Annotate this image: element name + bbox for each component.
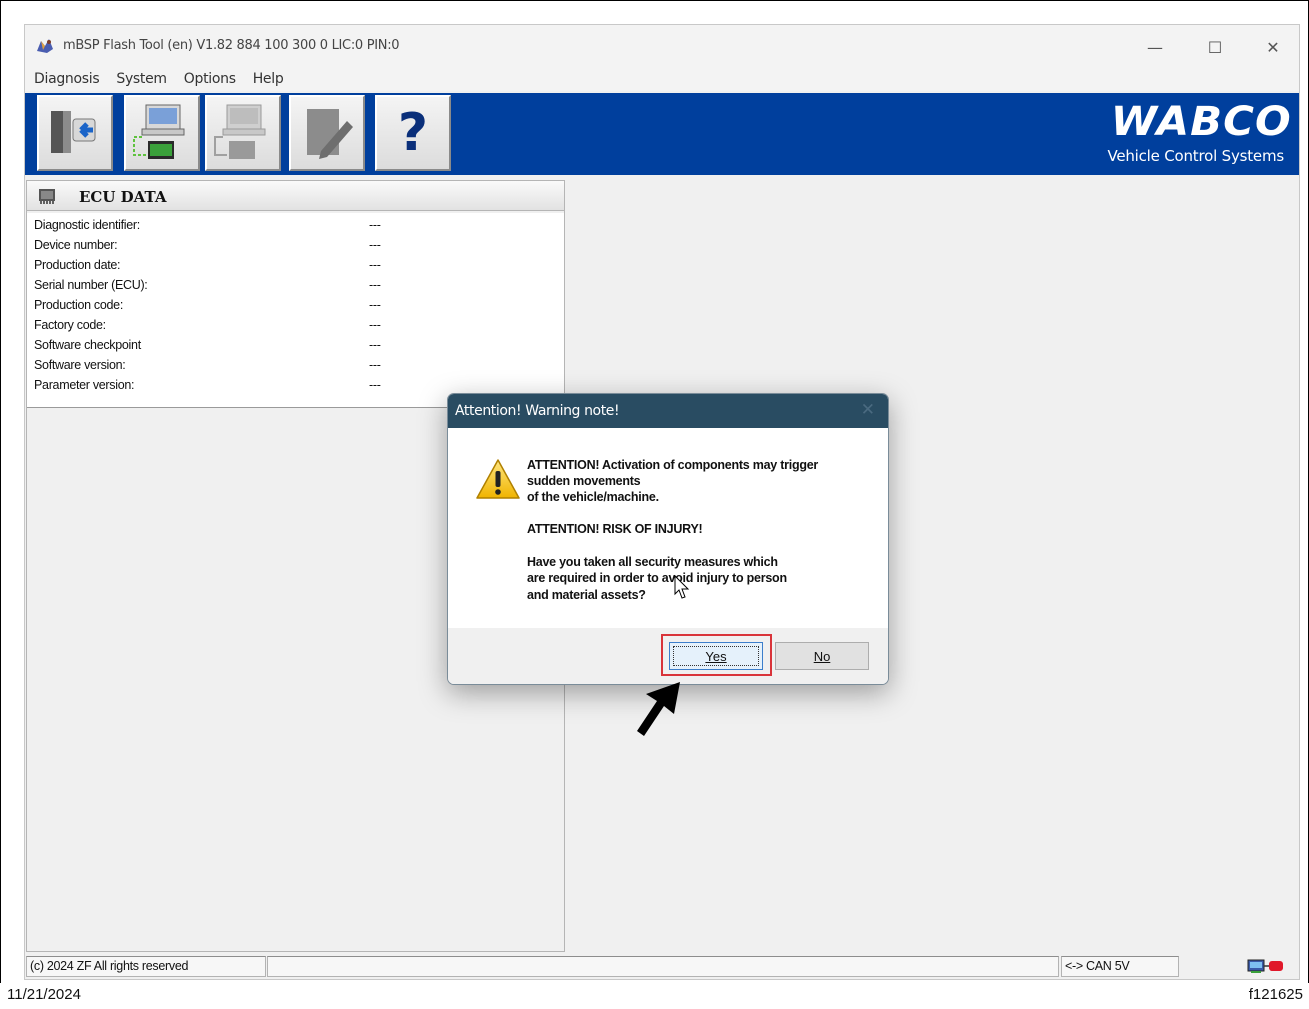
warning-icon <box>476 459 520 499</box>
exit-door-icon <box>51 111 96 153</box>
exit-button[interactable] <box>37 95 113 171</box>
ecu-value: --- <box>369 218 381 232</box>
menu-options[interactable]: Options <box>184 71 236 87</box>
connection-status-icon <box>1247 959 1283 973</box>
ecu-value: --- <box>369 258 381 272</box>
edit-icon <box>307 109 353 159</box>
no-button[interactable]: No <box>775 642 869 670</box>
ecu-value: --- <box>369 378 381 392</box>
dialog-message-line: are required in order to avoid injury to… <box>527 571 787 585</box>
dialog-message-line: and material assets? <box>527 588 646 602</box>
ecu-value: --- <box>369 318 381 332</box>
ecu-label: Software version: <box>34 358 126 372</box>
help-icon: ? <box>397 103 429 163</box>
dialog-message-line: Have you taken all security measures whi… <box>527 555 778 569</box>
title-bar: mBSP Flash Tool (en) V1.82 884 100 300 0… <box>25 25 1299 67</box>
status-message <box>267 956 1059 977</box>
dialog-message-line: of the vehicle/machine. <box>527 490 659 504</box>
menu-diagnosis[interactable]: Diagnosis <box>34 71 100 87</box>
dialog-message-line: ATTENTION! RISK OF INJURY! <box>527 522 703 536</box>
ecu-label: Factory code: <box>34 318 106 332</box>
toolbar: ? WABCO Vehicle Control Systems <box>25 93 1299 175</box>
edit-button[interactable] <box>289 95 365 171</box>
ecu-row: Diagnostic identifier: --- <box>34 218 554 238</box>
minimize-button[interactable]: — <box>1135 33 1175 61</box>
ecu-row: Production date: --- <box>34 258 554 278</box>
maximize-icon: ☐ <box>1207 37 1223 57</box>
ecu-label: Serial number (ECU): <box>34 278 148 292</box>
ecu-label: Production code: <box>34 298 124 312</box>
menu-help[interactable]: Help <box>253 71 284 87</box>
ecu-data-table: Diagnostic identifier: --- Device number… <box>27 213 564 408</box>
mouse-cursor-icon <box>674 574 690 599</box>
minimize-icon: — <box>1147 37 1163 57</box>
dialog-message-line: ATTENTION! Activation of components may … <box>527 458 819 472</box>
close-button[interactable]: ✕ <box>1253 33 1293 61</box>
ecu-label: Production date: <box>34 258 121 272</box>
dialog-message-line: sudden movements <box>527 474 641 488</box>
close-icon: ✕ <box>1266 37 1280 57</box>
ecu-label: Device number: <box>34 238 118 252</box>
menu-bar: Diagnosis System Options Help <box>25 67 1299 91</box>
brand-subtitle: Vehicle Control Systems <box>1107 147 1284 165</box>
figure-reference: f121625 <box>1248 986 1303 1003</box>
ecu-value: --- <box>369 298 381 312</box>
ecu-label: Diagnostic identifier: <box>34 218 140 232</box>
status-connection: <-> CAN 5V <box>1061 956 1179 977</box>
dialog-title: Attention! Warning note! <box>455 403 620 419</box>
app-icon <box>37 39 53 53</box>
ecu-row: Software version: --- <box>34 358 554 378</box>
brand-logo: WABCO <box>1110 99 1292 145</box>
status-bar: (c) 2024 ZF All rights reserved <-> CAN … <box>25 955 1299 979</box>
ecu-label: Parameter version: <box>34 378 135 392</box>
ecu-value: --- <box>369 278 381 292</box>
ecu-connect-button[interactable] <box>124 95 200 171</box>
ecu-row: Serial number (ECU): --- <box>34 278 554 298</box>
ecu-chip-icon <box>39 189 55 204</box>
ecu-row: Device number: --- <box>34 238 554 258</box>
ecu-label: Software checkpoint <box>34 338 141 352</box>
ecu-panel-title: ECU DATA <box>79 188 167 206</box>
ecu-connect-icon <box>133 104 185 159</box>
dialog-title-bar: Attention! Warning note! ✕ <box>448 394 888 428</box>
yes-button-highlight <box>661 634 772 676</box>
ecu-row: Software checkpoint --- <box>34 338 554 358</box>
ecu-disconnect-icon <box>214 104 266 159</box>
window-title: mBSP Flash Tool (en) V1.82 884 100 300 0… <box>63 38 400 53</box>
ecu-value: --- <box>369 338 381 352</box>
ecu-row: Production code: --- <box>34 298 554 318</box>
ecu-panel-header: ECU DATA <box>27 181 564 211</box>
dialog-close-icon[interactable]: ✕ <box>861 400 875 420</box>
status-copyright: (c) 2024 ZF All rights reserved <box>26 956 266 977</box>
menu-system[interactable]: System <box>116 71 167 87</box>
footer-date: 11/21/2024 <box>7 986 81 1003</box>
callout-arrow-icon <box>637 682 680 736</box>
help-button[interactable]: ? <box>375 95 451 171</box>
ecu-disconnect-button[interactable] <box>205 95 281 171</box>
ecu-value: --- <box>369 238 381 252</box>
ecu-value: --- <box>369 358 381 372</box>
maximize-button[interactable]: ☐ <box>1195 33 1235 61</box>
ecu-row: Factory code: --- <box>34 318 554 338</box>
